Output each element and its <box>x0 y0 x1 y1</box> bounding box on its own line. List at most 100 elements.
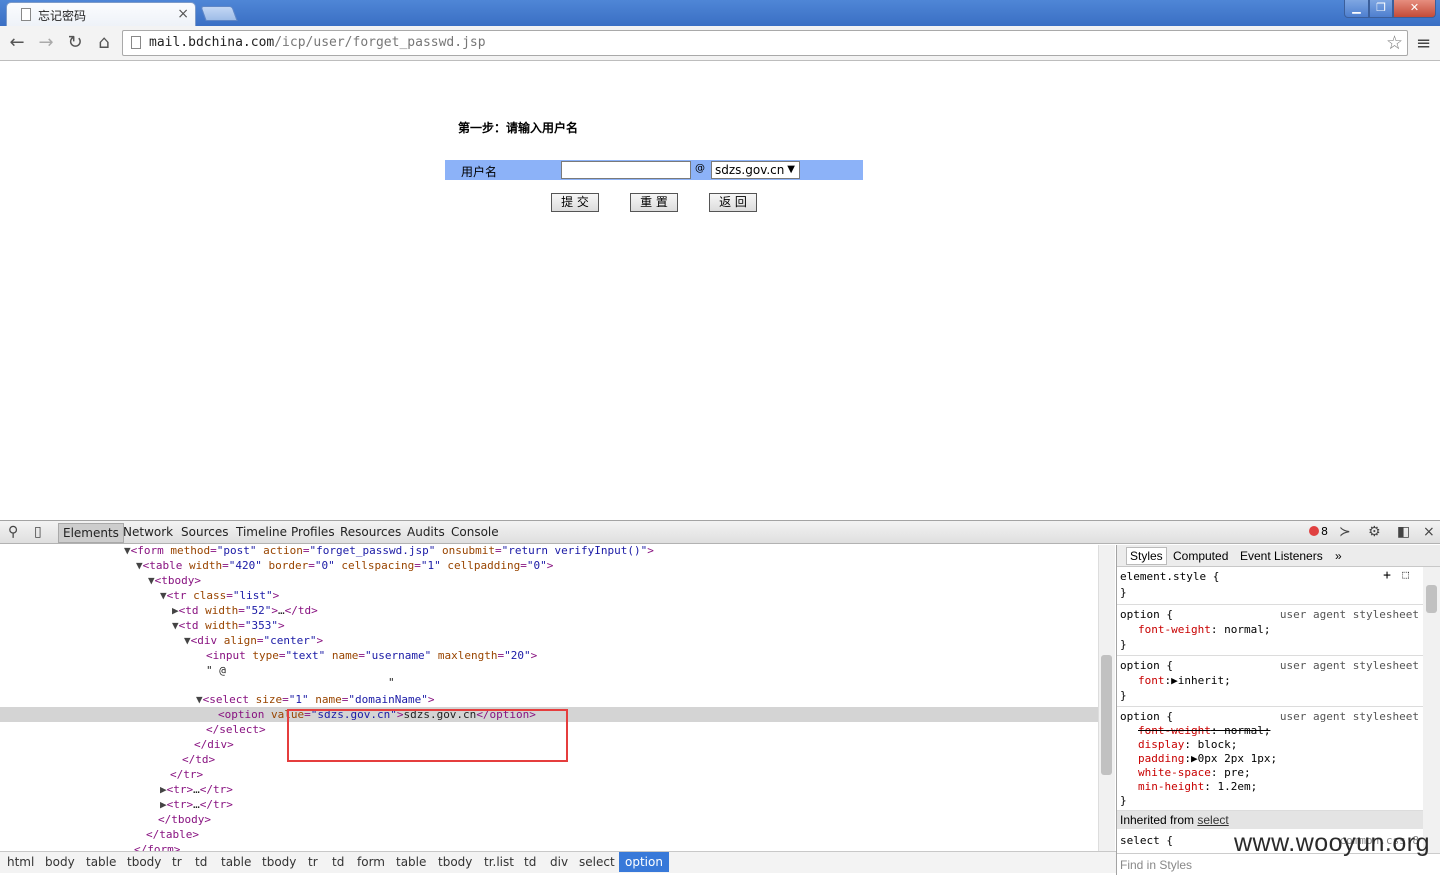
devtools-tab-sources[interactable]: Sources <box>181 525 228 539</box>
style-rule-option-3[interactable]: option { user agent stylesheet font-weig… <box>1117 707 1423 811</box>
crumb-selected[interactable]: option <box>619 852 669 872</box>
dropdown-arrow-icon: ▼ <box>787 164 795 175</box>
inherited-link[interactable]: select <box>1197 813 1228 827</box>
reset-button[interactable]: 重 置 <box>630 193 678 212</box>
crumb[interactable]: tr <box>308 855 318 869</box>
dom-tree[interactable]: ▼<form method="post" action="forget_pass… <box>0 545 1098 851</box>
dom-line[interactable]: ▶<td width="52">…</td> <box>0 603 1098 618</box>
styles-scrollbar[interactable] <box>1423 567 1440 853</box>
dom-line[interactable]: ▼<table width="420" border="0" cellspaci… <box>0 558 1098 573</box>
crumb[interactable]: table <box>86 855 116 869</box>
toggle-state-icon[interactable]: ⬚ <box>1402 568 1409 581</box>
style-rule-option-1[interactable]: option { user agent stylesheet font-weig… <box>1117 605 1423 656</box>
dom-line[interactable]: </tr> <box>0 767 1098 782</box>
crumb[interactable]: table <box>221 855 251 869</box>
dom-line[interactable]: ▼<td width="353"> <box>0 618 1098 633</box>
devtools-tab-console[interactable]: Console <box>451 525 499 539</box>
crumb[interactable]: table <box>396 855 426 869</box>
dom-line[interactable]: " <box>0 675 1098 690</box>
style-property[interactable]: min-height: 1.2em; <box>1138 780 1257 794</box>
devtools-tab-timeline[interactable]: Timeline <box>236 525 287 539</box>
scrollbar-thumb[interactable] <box>1101 655 1112 775</box>
home-icon[interactable]: ⌂ <box>93 32 115 54</box>
return-button[interactable]: 返 回 <box>709 193 757 212</box>
crumb[interactable]: tr.list <box>484 855 514 869</box>
username-form-row: 用户名 @ sdzs.gov.cn ▼ <box>445 160 863 180</box>
tab-styles[interactable]: Styles <box>1126 547 1167 565</box>
crumb[interactable]: div <box>550 855 568 869</box>
maximize-button[interactable]: ❐ <box>1369 0 1393 18</box>
style-property[interactable]: white-space: pre; <box>1138 766 1251 780</box>
chrome-menu-icon[interactable]: ≡ <box>1416 33 1431 54</box>
devtools-panel: ⚲ ▯ Elements Network Sources Timeline Pr… <box>0 520 1440 875</box>
crumb[interactable]: td <box>332 855 344 869</box>
devtools-tab-resources[interactable]: Resources <box>340 525 401 539</box>
bookmark-star-icon[interactable]: ☆ <box>1386 32 1403 54</box>
style-rule-element[interactable]: element.style { + ⬚ } <box>1117 567 1423 605</box>
error-count-badge[interactable]: 8 <box>1309 525 1328 538</box>
close-window-button[interactable]: ✕ <box>1393 0 1436 18</box>
crumb[interactable]: td <box>524 855 536 869</box>
tab-close-icon[interactable]: × <box>177 6 189 22</box>
forward-arrow-icon[interactable]: → <box>35 32 57 54</box>
dom-line[interactable]: ▼<form method="post" action="forget_pass… <box>0 545 1098 558</box>
crumb[interactable]: td <box>195 855 207 869</box>
crumb[interactable]: form <box>357 855 385 869</box>
devtools-tab-audits[interactable]: Audits <box>407 525 445 539</box>
dom-line[interactable]: <input type="text" name="username" maxle… <box>0 648 1098 663</box>
devtools-tab-network[interactable]: Network <box>123 525 173 539</box>
devtools-tab-elements[interactable]: Elements <box>58 523 124 543</box>
crumb[interactable]: tbody <box>438 855 472 869</box>
minimize-button[interactable]: ▁ <box>1344 0 1369 18</box>
settings-gear-icon[interactable]: ⚙ <box>1368 524 1381 540</box>
crumb[interactable]: tbody <box>262 855 296 869</box>
crumb[interactable]: tr <box>172 855 182 869</box>
inspect-search-icon[interactable]: ⚲ <box>8 524 18 540</box>
crumb[interactable]: tbody <box>127 855 161 869</box>
dom-line[interactable]: ▼<div align="center"> <box>0 633 1098 648</box>
dom-line[interactable]: ▼<select size="1" name="domainName"> <box>0 692 1098 707</box>
page-icon <box>21 8 31 21</box>
dom-line[interactable]: </form> <box>0 842 1098 851</box>
new-tab-button[interactable] <box>200 6 238 21</box>
dock-side-icon[interactable]: ◧ <box>1397 524 1410 540</box>
url-text[interactable]: mail.bdchina.com/icp/user/forget_passwd.… <box>149 35 486 50</box>
devtools-close-icon[interactable]: × <box>1423 524 1435 540</box>
style-property[interactable]: font-weight: normal; <box>1138 623 1270 637</box>
rule-selector: select { <box>1120 834 1173 847</box>
address-bar[interactable]: mail.bdchina.com/icp/user/forget_passwd.… <box>122 30 1408 56</box>
rule-close: } <box>1120 794 1127 807</box>
reload-icon[interactable]: ↻ <box>64 32 86 54</box>
browser-tab-active[interactable]: 忘记密码 × <box>6 2 196 26</box>
dom-line[interactable]: ▼<tbody> <box>0 573 1098 588</box>
dom-line[interactable]: ▶<tr>…</tr> <box>0 797 1098 812</box>
scrollbar-thumb[interactable] <box>1426 585 1437 613</box>
dom-line[interactable]: </table> <box>0 827 1098 842</box>
devtools-tab-profiles[interactable]: Profiles <box>291 525 335 539</box>
submit-button[interactable]: 提 交 <box>551 193 599 212</box>
console-drawer-icon[interactable]: ≻ <box>1339 524 1351 540</box>
back-arrow-icon[interactable]: ← <box>6 32 28 54</box>
style-property[interactable]: padding:▶0px 2px 1px; <box>1138 752 1277 766</box>
device-mode-icon[interactable]: ▯ <box>34 524 42 540</box>
more-tabs-icon[interactable]: » <box>1335 549 1342 563</box>
dom-line[interactable]: </tbody> <box>0 812 1098 827</box>
styles-sidebar: Styles Computed Event Listeners » elemen… <box>1116 545 1440 875</box>
dom-line[interactable]: ▶<tr>…</tr> <box>0 782 1098 797</box>
tab-computed[interactable]: Computed <box>1173 549 1228 563</box>
style-property-overridden[interactable]: font-weight: normal; <box>1138 724 1270 738</box>
style-property[interactable]: font:▶inherit; <box>1138 674 1231 688</box>
crumb[interactable]: body <box>45 855 75 869</box>
dom-line[interactable]: ▼<tr class="list"> <box>0 588 1098 603</box>
domain-select[interactable]: sdzs.gov.cn ▼ <box>711 161 800 179</box>
tab-event-listeners[interactable]: Event Listeners <box>1240 549 1323 563</box>
style-property[interactable]: display: block; <box>1138 738 1237 752</box>
style-rule-option-2[interactable]: option { user agent stylesheet font:▶inh… <box>1117 656 1423 707</box>
dom-scrollbar[interactable] <box>1098 545 1115 851</box>
username-input[interactable] <box>561 161 691 179</box>
add-rule-icon[interactable]: + <box>1383 568 1391 583</box>
rule-close: } <box>1120 638 1127 651</box>
crumb[interactable]: html <box>7 855 34 869</box>
rule-close: } <box>1120 586 1127 599</box>
crumb[interactable]: select <box>579 855 615 869</box>
